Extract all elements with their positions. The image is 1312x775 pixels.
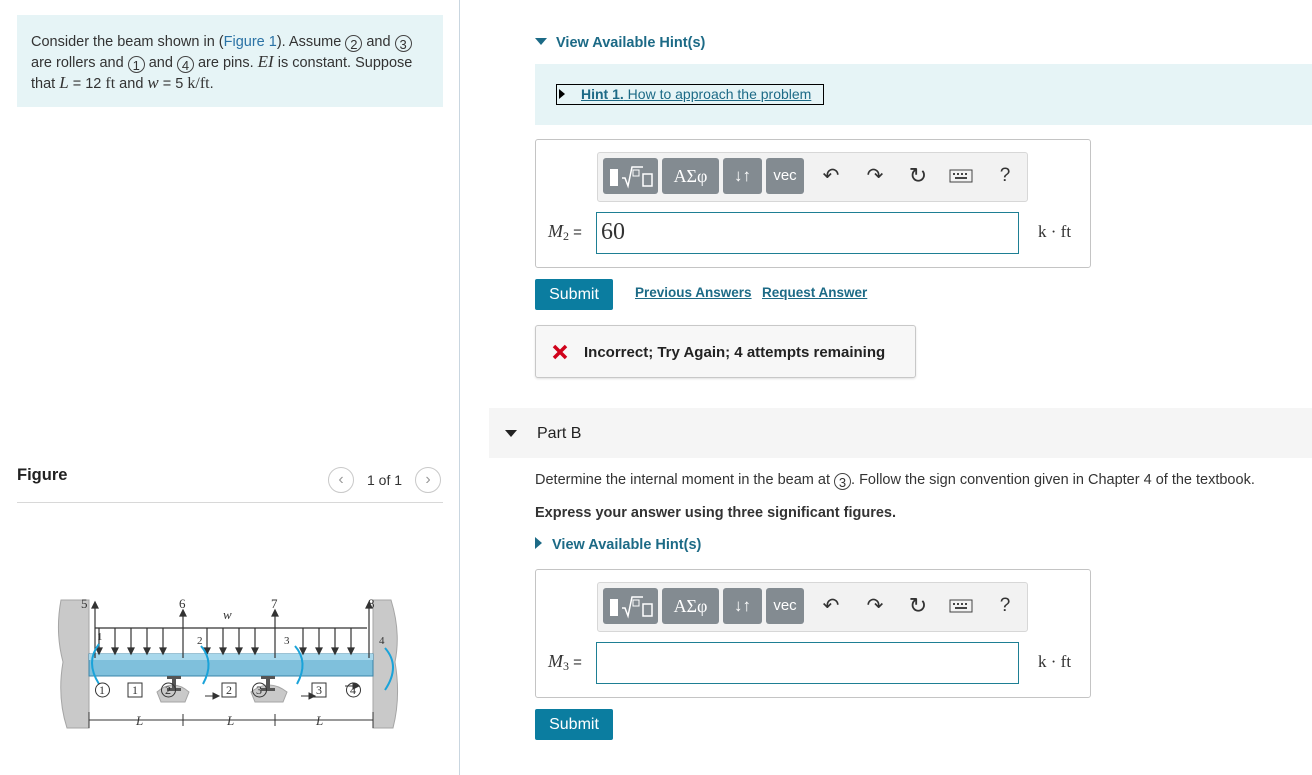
m2-unit: k · ft (1038, 222, 1072, 241)
m2-answer-input[interactable]: 60 (596, 212, 1019, 254)
beam-figure: 5 6 7 8 w 1 2 3 4 1 2 3 1 2 3 4 L L L (57, 596, 399, 729)
greek-symbols-button[interactable]: ΑΣφ (662, 158, 719, 194)
reaction-arrows (91, 600, 373, 658)
span-label-2: L (226, 713, 234, 728)
caret-right-icon (535, 537, 542, 549)
keyboard-icon[interactable] (948, 593, 974, 619)
figure-heading: Figure (17, 466, 68, 484)
section-label-1: 1 (97, 631, 103, 643)
span-label-3: L (315, 713, 323, 728)
undo-icon[interactable]: ↶ (818, 593, 844, 619)
help-button[interactable]: ? (992, 163, 1018, 189)
templates-icon (610, 596, 653, 619)
element-label-3: 3 (316, 683, 322, 697)
m2-label: M2 = (548, 221, 582, 243)
section-label-2: 2 (197, 635, 203, 647)
m3-unit: k · ft (1038, 652, 1072, 671)
m3-label: M3 = (548, 651, 582, 673)
chevron-right-icon: › (425, 471, 431, 488)
partb-question: Determine the internal moment in the bea… (535, 472, 1255, 490)
greek-symbols-button[interactable]: ΑΣφ (662, 588, 719, 624)
parta-hint-toggle[interactable]: View Available Hint(s) (535, 35, 705, 51)
reset-icon[interactable]: ↻ (905, 593, 931, 619)
subscript-superscript-button[interactable]: ↓↑ (723, 158, 762, 194)
parta-math-toolbar: ΑΣφ ↓↑ vec ↶ ↷ ↻ ? (597, 152, 1028, 202)
hint-1-link[interactable]: Hint 1. How to approach the problem (556, 84, 824, 105)
beam-highlight (89, 654, 373, 660)
figure-prev-button[interactable]: ‹ (328, 467, 354, 493)
problem-statement: Consider the beam shown in (Figure 1). A… (17, 15, 443, 107)
label-8: 8 (368, 596, 375, 611)
right-wall (372, 599, 399, 729)
node-3-circle: 3 (394, 35, 412, 52)
node-label-4: 4 (350, 683, 356, 697)
caret-right-icon (559, 89, 565, 99)
node-2-circle: 2 (345, 35, 363, 52)
caret-down-icon (535, 38, 547, 45)
label-7: 7 (271, 596, 278, 611)
incorrect-x-icon (552, 344, 568, 360)
chevron-left-icon: ‹ (338, 471, 344, 488)
subscript-superscript-button[interactable]: ↓↑ (723, 588, 762, 624)
previous-answers-link[interactable]: Previous Answers (635, 285, 752, 300)
partb-instruction: Express your answer using three signific… (535, 505, 896, 521)
label-w: w (223, 607, 232, 622)
figure-next-button[interactable]: › (415, 467, 441, 493)
node-label-1: 1 (99, 683, 105, 697)
section-label-4: 4 (379, 635, 385, 647)
partb-submit-button[interactable]: Submit (535, 709, 613, 740)
distributed-load (95, 627, 367, 656)
request-answer-link[interactable]: Request Answer (762, 285, 867, 300)
partb-math-toolbar: ΑΣφ ↓↑ vec ↶ ↷ ↻ ? (597, 582, 1028, 632)
node-4-circle: 4 (176, 56, 194, 73)
element-label-2: 2 (226, 683, 232, 697)
vector-button[interactable]: vec (766, 588, 804, 624)
templates-icon (610, 166, 653, 189)
undo-icon[interactable]: ↶ (818, 163, 844, 189)
label-6: 6 (179, 596, 186, 611)
span-label-1: L (135, 713, 143, 728)
figure-divider (17, 502, 443, 503)
figure-pager: 1 of 1 (367, 472, 403, 488)
panel-divider (459, 0, 460, 775)
keyboard-icon[interactable] (948, 163, 974, 189)
partb-header[interactable]: Part B (489, 408, 1312, 458)
collapse-caret-icon (505, 430, 517, 437)
m3-answer-input[interactable] (596, 642, 1019, 684)
parta-submit-button[interactable]: Submit (535, 279, 613, 310)
node-3-circle: 3 (834, 473, 852, 490)
label-5: 5 (81, 596, 88, 611)
partb-hint-toggle[interactable]: View Available Hint(s) (535, 537, 701, 553)
vector-button[interactable]: vec (766, 158, 804, 194)
element-label-1: 1 (132, 683, 138, 697)
templates-button[interactable] (603, 588, 658, 624)
node-label-2: 2 (165, 683, 171, 697)
node-label-3: 3 (256, 683, 262, 697)
feedback-message: Incorrect; Try Again; 4 attempts remaini… (535, 325, 916, 378)
reset-icon[interactable]: ↻ (905, 163, 931, 189)
figure-link[interactable]: Figure 1 (224, 34, 277, 50)
help-button[interactable]: ? (992, 593, 1018, 619)
templates-button[interactable] (603, 158, 658, 194)
partb-title: Part B (537, 425, 582, 442)
section-label-3: 3 (284, 635, 290, 647)
redo-icon[interactable]: ↷ (862, 163, 888, 189)
redo-icon[interactable]: ↷ (862, 593, 888, 619)
left-wall (57, 599, 90, 729)
node-1-circle: 1 (127, 56, 145, 73)
